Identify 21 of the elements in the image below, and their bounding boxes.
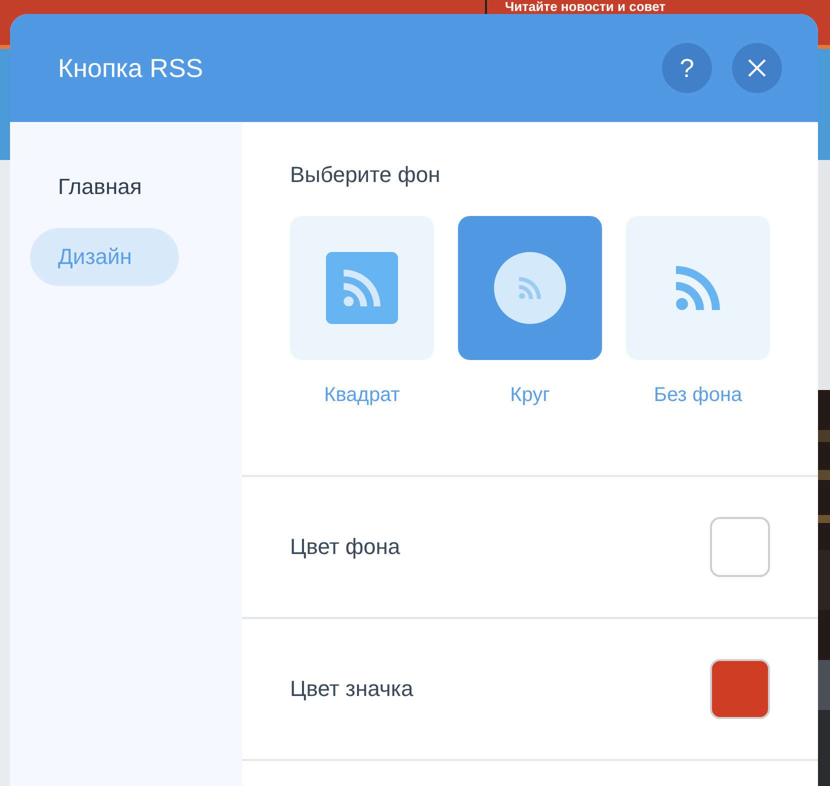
sidebar-item[interactable]: Дизайн [30,228,179,286]
site-headline: Читайте новости и совет [505,0,666,14]
rss-square-icon [326,252,398,324]
setting-label: Цвет фона [290,534,400,560]
help-button[interactable]: ? [662,43,712,93]
section-title: Выберите фон [290,162,442,188]
color-swatch[interactable] [710,659,770,719]
close-button[interactable] [732,43,782,93]
close-icon [747,58,767,78]
rss-icon [674,264,722,312]
background-option[interactable] [290,216,434,360]
setting-label: Цвет значка [290,676,414,702]
background-option[interactable] [626,216,770,360]
background-option[interactable] [458,216,602,360]
option-label: Без фона [654,384,742,407]
sidebar-item[interactable]: Главная [30,158,222,216]
option-label: Круг [510,384,550,407]
option-label: Квадрат [324,384,400,407]
dialog-title: Кнопка RSS [58,52,204,84]
rss-circle-icon [494,252,566,324]
color-swatch[interactable] [710,517,770,577]
